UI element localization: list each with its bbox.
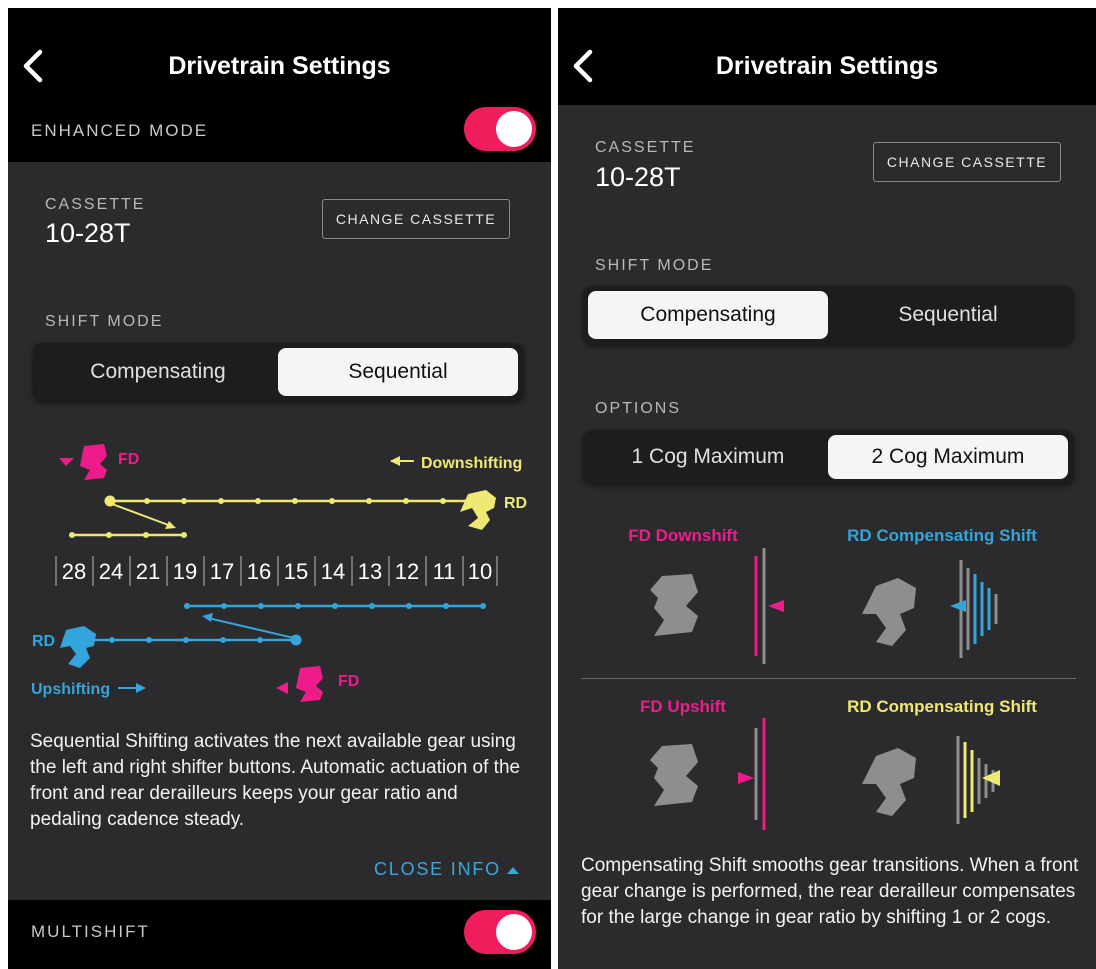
sequential-info-text: Sequential Shifting activates the next a… xyxy=(30,731,521,830)
cog-label: 24 xyxy=(99,559,123,584)
multishift-label: MULTISHIFT xyxy=(31,922,150,941)
cog-label: 21 xyxy=(136,559,160,584)
cog-label: 10 xyxy=(468,559,492,584)
fd-arrow-icon xyxy=(768,600,784,612)
fd-downshift-label: FD Downshift xyxy=(628,526,738,545)
upshifting-label: Upshifting xyxy=(31,681,110,698)
downshift-arrow-icon xyxy=(390,456,400,466)
fd-bottom-label: FD xyxy=(338,673,359,690)
cog-label: 15 xyxy=(284,559,308,584)
rear-derailleur-icon xyxy=(862,748,916,816)
front-derailleur-icon xyxy=(650,574,698,636)
cog-label: 13 xyxy=(358,559,382,584)
fd-top-label: FD xyxy=(118,451,139,468)
sequential-shift-diagram: FD Downshifting RD 28 24 21 19 17 16 15 … xyxy=(31,444,527,702)
fd-up-arrow-icon xyxy=(276,682,288,694)
rear-derailleur-icon xyxy=(60,626,96,668)
rd-comp-label-1: RD Compensating Shift xyxy=(847,526,1037,545)
cog-label: 12 xyxy=(395,559,419,584)
cog-label: 16 xyxy=(247,559,271,584)
close-info-link[interactable]: CLOSE INFO xyxy=(374,859,519,880)
fd-arrow-icon xyxy=(738,772,754,784)
front-derailleur-icon xyxy=(296,666,323,702)
compensating-info-text: Compensating Shift smooths gear transiti… xyxy=(581,855,1079,928)
fd-upshift-label: FD Upshift xyxy=(640,697,726,716)
fd-down-arrow-icon xyxy=(59,458,74,466)
rd-arrow-icon xyxy=(950,600,966,612)
rear-derailleur-icon xyxy=(460,490,496,530)
front-derailleur-icon xyxy=(80,444,107,480)
multishift-row: MULTISHIFT xyxy=(8,900,551,969)
multishift-toggle[interactable] xyxy=(464,910,536,954)
cog-label: 14 xyxy=(321,559,345,584)
cog-label: 19 xyxy=(173,559,197,584)
rd-comp-label-2: RD Compensating Shift xyxy=(847,697,1037,716)
toggle-knob xyxy=(496,914,532,950)
right-screen: Drivetrain Settings CASSETTE 10-28T CHAN… xyxy=(558,8,1096,969)
close-info-label: CLOSE INFO xyxy=(373,859,501,879)
rd-bottom-label: RD xyxy=(32,633,55,650)
cog-labels: 28 24 21 19 17 16 15 14 13 12 11 10 xyxy=(62,559,492,584)
compensating-shift-diagram: FD Downshift RD Compensating Shift FD Up… xyxy=(628,526,1037,830)
rd-top-label: RD xyxy=(504,495,527,512)
front-derailleur-icon xyxy=(650,744,698,806)
cog-label: 28 xyxy=(62,559,86,584)
chevron-up-icon xyxy=(507,866,519,874)
left-screen: Drivetrain Settings ENHANCED MODE CASSET… xyxy=(8,8,551,969)
diagram-divider xyxy=(581,678,1076,679)
cog-label: 17 xyxy=(210,559,234,584)
rear-derailleur-icon xyxy=(862,578,916,646)
cog-label: 11 xyxy=(433,559,456,584)
upshift-arrow-icon xyxy=(136,683,146,693)
downshifting-label: Downshifting xyxy=(421,455,522,472)
